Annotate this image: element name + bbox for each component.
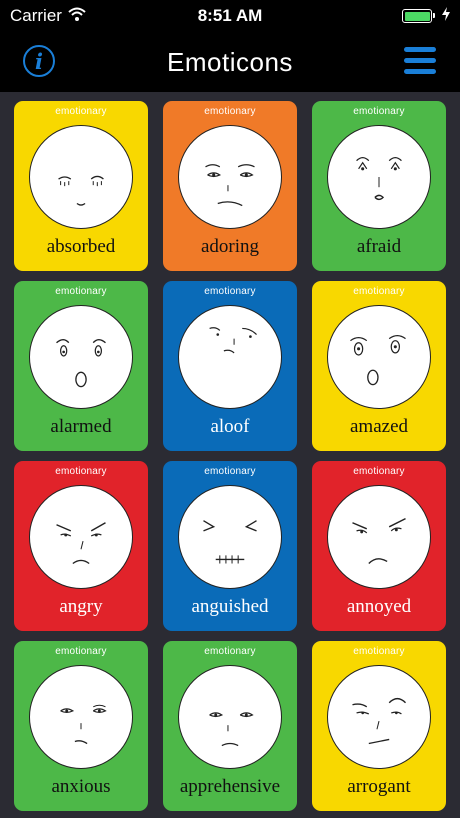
battery-icon xyxy=(402,9,435,23)
menu-line xyxy=(404,47,436,52)
card-label: annoyed xyxy=(346,596,412,617)
card-brand: emotionary xyxy=(204,106,256,117)
status-right xyxy=(402,6,450,26)
carrier-label: Carrier xyxy=(10,6,62,25)
hamburger-menu-icon[interactable] xyxy=(404,47,436,75)
card-label: amazed xyxy=(349,416,408,437)
emoticon-card-annoyed[interactable]: emotionary annoyed xyxy=(312,461,446,631)
card-label: arrogant xyxy=(347,776,411,797)
emoticon-card-aloof[interactable]: emotionary aloof xyxy=(163,281,297,451)
card-label: angry xyxy=(59,596,103,617)
card-brand: emotionary xyxy=(353,286,405,297)
emoticon-card-anxious[interactable]: emotionary anxious xyxy=(14,641,148,811)
face-annoyed-icon xyxy=(327,485,431,589)
card-brand: emotionary xyxy=(353,646,405,657)
card-label: anxious xyxy=(51,776,111,797)
card-brand: emotionary xyxy=(204,466,256,477)
face-apprehensive-icon xyxy=(178,665,282,769)
card-brand: emotionary xyxy=(55,466,107,477)
emoticon-card-angry[interactable]: emotionary angry xyxy=(14,461,148,631)
face-anxious-icon xyxy=(29,665,133,769)
card-brand: emotionary xyxy=(55,106,107,117)
card-brand: emotionary xyxy=(204,646,256,657)
card-label: aloof xyxy=(210,416,250,437)
face-absorbed-icon xyxy=(29,125,133,229)
card-label: alarmed xyxy=(50,416,112,437)
page-title: Emoticons xyxy=(167,46,293,77)
emoticon-card-amazed[interactable]: emotionary amazed xyxy=(312,281,446,451)
emoticon-card-arrogant[interactable]: emotionary arrogant xyxy=(312,641,446,811)
status-bar: Carrier 8:51 AM xyxy=(0,0,460,32)
emoticon-card-alarmed[interactable]: emotionary alarmed xyxy=(14,281,148,451)
menu-line xyxy=(404,69,436,74)
card-label: anguished xyxy=(191,596,269,617)
face-angry-icon xyxy=(29,485,133,589)
charging-icon xyxy=(442,6,450,26)
emoticon-card-anguished[interactable]: emotionary anguished xyxy=(163,461,297,631)
emoticon-card-afraid[interactable]: emotionary afraid xyxy=(312,101,446,271)
card-label: apprehensive xyxy=(179,776,281,797)
face-aloof-icon xyxy=(178,305,282,409)
info-icon[interactable]: i xyxy=(23,45,55,77)
face-afraid-icon xyxy=(327,125,431,229)
emoticon-card-adoring[interactable]: emotionary adoring xyxy=(163,101,297,271)
card-brand: emotionary xyxy=(204,286,256,297)
face-amazed-icon xyxy=(327,305,431,409)
emoticon-grid: emotionary absorbed emotionary adoring emoti… xyxy=(0,92,460,818)
face-adoring-icon xyxy=(178,125,282,229)
card-label: afraid xyxy=(356,236,402,257)
card-brand: emotionary xyxy=(55,646,107,657)
card-label: absorbed xyxy=(46,236,116,257)
face-anguished-icon xyxy=(178,485,282,589)
emoticon-card-apprehensive[interactable]: emotionary apprehensive xyxy=(163,641,297,811)
face-alarmed-icon xyxy=(29,305,133,409)
emoticon-card-absorbed[interactable]: emotionary absorbed xyxy=(14,101,148,271)
card-label: adoring xyxy=(200,236,260,257)
face-arrogant-icon xyxy=(327,665,431,769)
card-brand: emotionary xyxy=(353,466,405,477)
wifi-icon xyxy=(68,6,86,26)
card-brand: emotionary xyxy=(353,106,405,117)
menu-line xyxy=(404,58,436,63)
nav-bar: i Emoticons xyxy=(0,32,460,92)
battery-fill xyxy=(404,11,430,21)
card-brand: emotionary xyxy=(55,286,107,297)
status-left: Carrier xyxy=(10,6,86,26)
